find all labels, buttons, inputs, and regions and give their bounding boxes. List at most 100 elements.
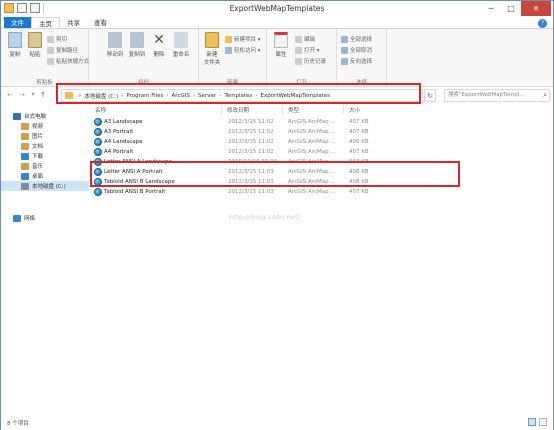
properties-label: 属性 [275, 52, 287, 58]
group-label-clipboard: 剪贴板 [36, 80, 53, 86]
search-icon: ⌕ [543, 91, 547, 99]
copy-to-button[interactable]: 复制到 [127, 32, 147, 58]
delete-label: 删除 [153, 52, 165, 58]
breadcrumb-exportwebmaptemplates[interactable]: ExportWebMapTemplates [260, 93, 330, 99]
search-input[interactable]: 搜索"ExportWebMapTempl... ⌕ [444, 89, 550, 102]
nav-item-music[interactable]: 音乐 [21, 161, 43, 171]
breadcrumb-templates[interactable]: Templates [224, 93, 252, 99]
delete-x-icon: ✕ [153, 32, 165, 48]
breadcrumb-arcgis[interactable]: ArcGIS [172, 93, 190, 99]
file-date: 2012/3/15 11:03 [228, 169, 274, 175]
column-header-type[interactable]: 类型 [288, 106, 299, 114]
properties-big-icon [274, 32, 288, 48]
maximize-button[interactable]: □ [501, 1, 521, 16]
file-type: ArcGIS ArcMap ... [288, 179, 336, 185]
nav-item-network[interactable]: 网络 [13, 213, 35, 223]
new-folder-label: 新建 文件夹 [203, 52, 221, 66]
breadcrumb-program-files[interactable]: Program Files [126, 93, 163, 99]
copy-button[interactable]: 复制 [5, 32, 25, 58]
help-button[interactable]: ? [538, 19, 547, 28]
cut-button[interactable]: 剪切 [47, 35, 67, 43]
file-row[interactable]: A4 Landscape 2012/3/15 11:02 ArcGIS ArcM… [91, 137, 391, 147]
tab-file[interactable]: 文件 [4, 17, 31, 28]
select-none-label: 全部取消 [350, 48, 373, 54]
minimize-button[interactable]: ─ [481, 1, 501, 16]
paste-shortcut-icon [47, 57, 54, 65]
view-buttons [528, 418, 547, 426]
file-date: 2012/3/15 11:02 [228, 119, 274, 125]
file-row[interactable]: Tabloid ANSI B Landscape 2012/3/15 11:03… [91, 177, 391, 187]
nav-item-local-disk-c[interactable]: 本地磁盘 (C:) [1, 181, 89, 191]
address-bar[interactable]: » 本地磁盘 (C:) › Program Files › ArcGIS › S… [61, 89, 423, 102]
nav-item-documents[interactable]: 文档 [21, 141, 43, 151]
close-button[interactable]: ✕ [521, 1, 551, 16]
delete-button[interactable]: ✕ 删除 [149, 32, 169, 58]
tab-view[interactable]: 查看 [87, 17, 114, 28]
status-bar: 8 个项目 [1, 415, 553, 430]
history-label: 历史记录 [304, 59, 327, 65]
file-row[interactable]: Letter ANSI A Landscape 2015/11/15 15:30… [91, 157, 391, 167]
file-row[interactable]: A4 Portrait 2012/3/15 11:02 ArcGIS ArcMa… [91, 147, 391, 157]
cut-label: 剪切 [56, 37, 68, 43]
navigation-pane: 台式电脑 视频 图片 文档 下载 音乐 桌面 本地磁盘 (C:) 网络 [1, 105, 91, 415]
nav-item-desktop-computer[interactable]: 台式电脑 [13, 111, 46, 121]
breadcrumb-drive[interactable]: 本地磁盘 (C:) [84, 92, 118, 100]
file-type: ArcGIS ArcMap ... [288, 189, 336, 195]
copy-path-label: 复制路径 [56, 48, 79, 54]
details-view-icon[interactable] [528, 418, 536, 426]
copy-to-icon [130, 32, 144, 48]
nav-label: 台式电脑 [24, 114, 47, 120]
large-icons-view-icon[interactable] [539, 418, 547, 426]
folder-icon [65, 92, 73, 99]
tab-share[interactable]: 共享 [60, 17, 87, 28]
file-type: ArcGIS ArcMap ... [288, 149, 336, 155]
nav-item-downloads[interactable]: 下载 [21, 151, 43, 161]
refresh-button[interactable]: ↻ [424, 89, 436, 102]
tab-home[interactable]: 主页 [31, 17, 60, 28]
nav-label: 音乐 [32, 164, 44, 170]
nav-item-pictures[interactable]: 图片 [21, 131, 43, 141]
nav-item-desktop[interactable]: 桌面 [21, 171, 43, 181]
file-size: 408 KB [349, 179, 369, 185]
drive-icon [21, 182, 29, 190]
file-row[interactable]: A3 Portrait 2012/3/15 11:02 ArcGIS ArcMa… [91, 127, 391, 137]
invert-selection-button[interactable]: 反向选择 [341, 57, 372, 65]
properties-button[interactable]: 属性 [271, 32, 291, 58]
column-header-size[interactable]: 大小 [349, 106, 360, 114]
select-all-button[interactable]: 全部选择 [341, 35, 372, 43]
file-size: 407 KB [349, 129, 369, 135]
move-to-label: 移动到 [106, 52, 124, 58]
select-none-button[interactable]: 全部取消 [341, 46, 372, 54]
file-row[interactable]: A3 Landscape 2012/3/15 11:02 ArcGIS ArcM… [91, 117, 391, 127]
group-label-select: 选择 [355, 80, 367, 86]
move-to-button[interactable]: 移动到 [105, 32, 125, 58]
documents-icon [21, 142, 29, 150]
history-button[interactable]: 历史记录 [295, 57, 326, 65]
mxd-file-icon [94, 158, 102, 166]
rename-button[interactable]: 重命名 [171, 32, 191, 58]
file-name: A3 Landscape [104, 119, 143, 125]
column-header-name[interactable]: 名称 [95, 106, 106, 114]
paste-button[interactable]: 粘贴 [25, 32, 45, 58]
file-row[interactable]: Letter ANSI A Portrait 2012/3/15 11:03 A… [91, 167, 391, 177]
nav-item-videos[interactable]: 视频 [21, 121, 43, 131]
rename-label: 重命名 [172, 52, 190, 58]
breadcrumb-server[interactable]: Server [198, 93, 216, 99]
edit-button[interactable]: 编辑 [295, 35, 315, 43]
open-button[interactable]: 打开 ▾ [295, 46, 320, 54]
edit-label: 编辑 [304, 37, 316, 43]
copy-path-button[interactable]: 复制路径 [47, 46, 78, 54]
up-button[interactable]: ↑ [38, 90, 48, 100]
easy-access-button[interactable]: 轻松访问 ▾ [225, 46, 261, 54]
new-folder-button[interactable]: 新建 文件夹 [201, 32, 223, 66]
mxd-file-icon [94, 118, 102, 126]
file-name: Tabloid ANSI B Portrait [104, 189, 166, 195]
forward-button[interactable]: → [17, 90, 27, 100]
desktop-icon [21, 172, 29, 180]
recent-locations-button[interactable]: ▾ [28, 90, 38, 100]
file-row[interactable]: Tabloid ANSI B Portrait 2012/3/15 11:03 … [91, 187, 391, 197]
back-button[interactable]: ← [5, 90, 15, 100]
paste-shortcut-button[interactable]: 粘贴快捷方式 [47, 57, 89, 65]
column-header-date[interactable]: 修改日期 [227, 106, 249, 114]
new-item-button[interactable]: 新建项目 ▾ [225, 35, 261, 43]
